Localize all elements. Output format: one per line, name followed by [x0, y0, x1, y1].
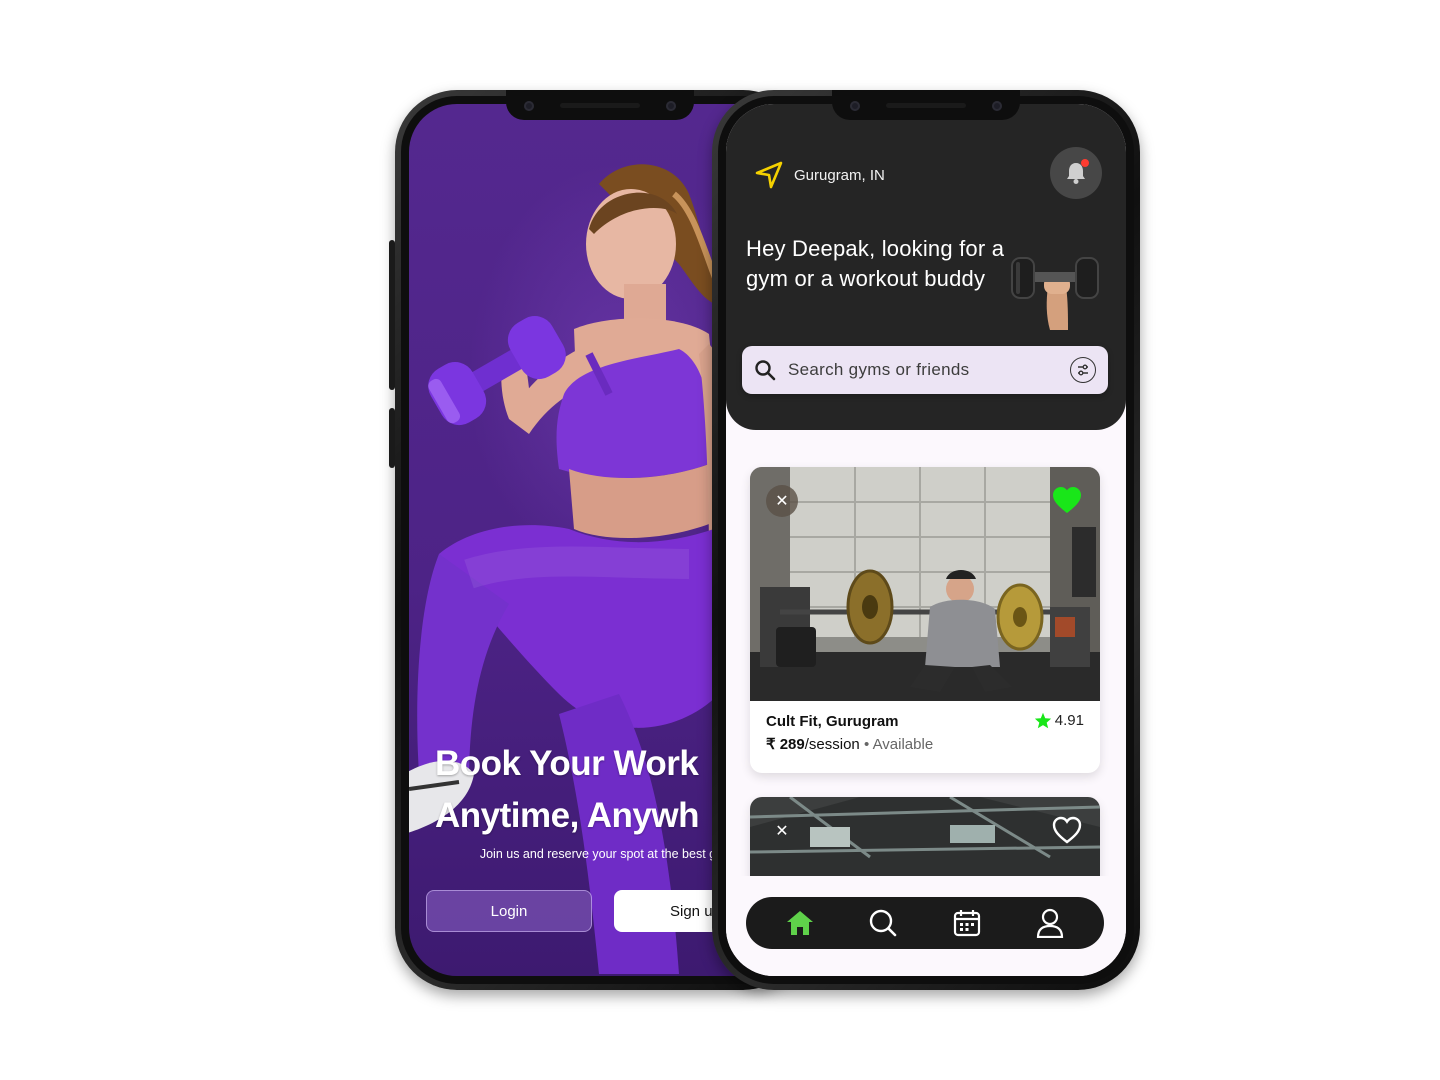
location-label: Gurugram, IN [794, 166, 885, 184]
profile-icon [1037, 908, 1064, 938]
bottom-navigation [746, 897, 1104, 949]
price-value: 289 [779, 736, 805, 753]
home-icon [786, 911, 813, 935]
nav-home[interactable] [780, 903, 820, 943]
search-bar[interactable] [742, 346, 1108, 394]
nav-bookings[interactable] [947, 903, 987, 943]
price-unit: /session [804, 736, 860, 753]
heart-filled-icon [1053, 487, 1081, 513]
gym-price: ₹ 289/session • Available [766, 735, 933, 753]
home-app: Gurugram, IN Hey Deepak, looking for a g… [726, 104, 1126, 976]
speaker-grille [886, 103, 966, 108]
separator-dot: • [863, 736, 870, 753]
login-button[interactable]: Login [426, 890, 592, 932]
filter-icon [1078, 364, 1088, 376]
rating-value: 4.91 [1054, 712, 1084, 729]
search-icon [755, 360, 776, 381]
camera-dot [524, 101, 534, 111]
showcase-stage: Book Your Work Anytime, Anywh Join us an… [0, 0, 1440, 1080]
nav-search[interactable] [863, 903, 903, 943]
phone-home: Gurugram, IN Hey Deepak, looking for a g… [712, 90, 1140, 990]
speaker-grille [560, 103, 640, 108]
availability-status: Available [872, 736, 934, 753]
close-icon: ✕ [775, 823, 789, 840]
notification-button[interactable] [1050, 147, 1102, 199]
gym-name: Cult Fit, Gurugram [766, 713, 899, 730]
currency-symbol: ₹ [766, 736, 776, 753]
notification-dot [1081, 159, 1089, 167]
search-input[interactable] [788, 360, 1058, 380]
phone-notch [832, 90, 1020, 120]
navigation-arrow-icon [755, 161, 783, 189]
heart-outline-icon [1052, 816, 1082, 844]
camera-dot [992, 101, 1002, 111]
side-button [389, 240, 395, 390]
phone-notch [506, 90, 694, 120]
location-selector[interactable]: Gurugram, IN [754, 160, 885, 190]
dumbbell-hand-icon [1011, 257, 1099, 330]
camera-dot [850, 101, 860, 111]
dismiss-button[interactable]: ✕ [766, 485, 798, 517]
star-icon [1034, 712, 1051, 729]
greeting-text: Hey Deepak, looking for a gym or a worko… [746, 236, 1005, 291]
search-icon [870, 909, 897, 937]
nav-profile[interactable] [1030, 903, 1070, 943]
gym-photo [750, 467, 1100, 701]
favorite-button[interactable] [1050, 483, 1084, 517]
home-header: Gurugram, IN Hey Deepak, looking for a g… [726, 104, 1126, 430]
gym-card[interactable]: ✕ Cult Fit, Gurugram 4.91 ₹ 289/session … [750, 467, 1100, 773]
dismiss-button[interactable]: ✕ [766, 815, 798, 847]
side-button [389, 408, 395, 468]
favorite-button[interactable] [1050, 813, 1084, 847]
calendar-icon [953, 910, 980, 937]
home-screen: Gurugram, IN Hey Deepak, looking for a g… [726, 104, 1126, 976]
camera-dot [666, 101, 676, 111]
filter-button[interactable] [1070, 357, 1096, 383]
close-icon: ✕ [775, 493, 789, 510]
gym-rating: 4.91 [1034, 712, 1084, 729]
